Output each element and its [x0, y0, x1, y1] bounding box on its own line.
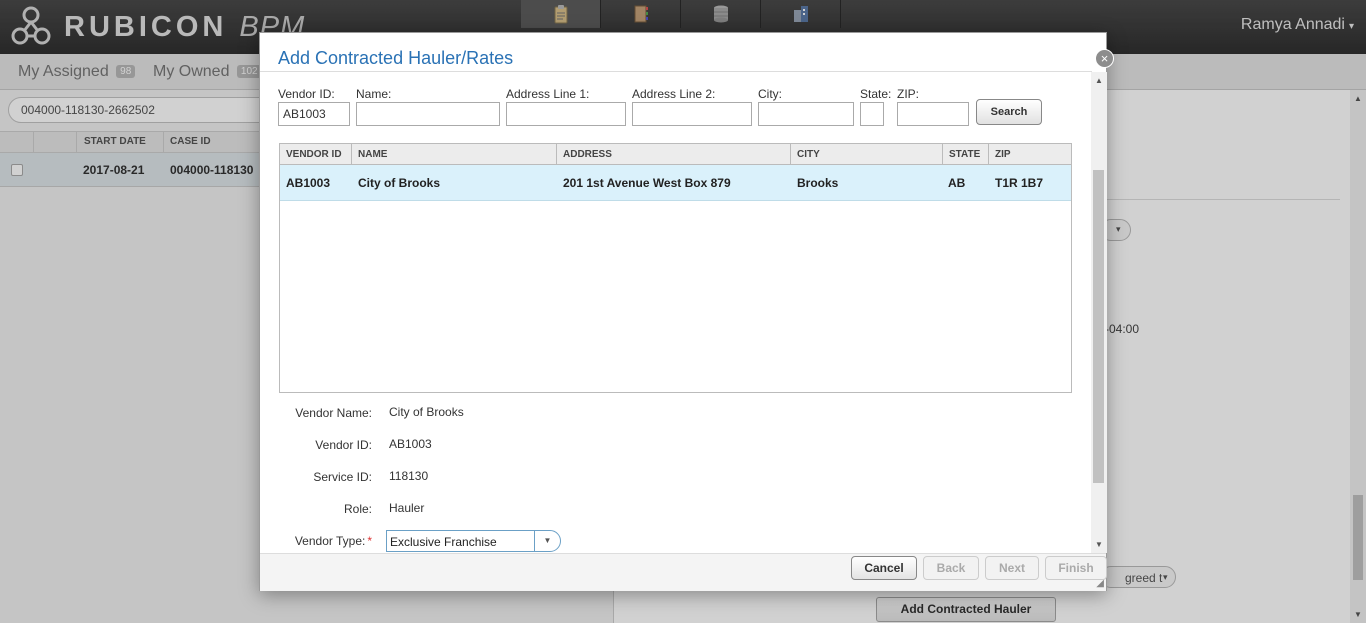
- scroll-thumb[interactable]: [1093, 170, 1104, 483]
- zip-label: ZIP:: [897, 87, 920, 101]
- vendor-id-input[interactable]: AB1003: [278, 102, 350, 126]
- name-input[interactable]: [356, 102, 500, 126]
- address-line-1-label: Address Line 1:: [506, 87, 590, 101]
- vendor-name-value: City of Brooks: [389, 405, 464, 419]
- finish-button[interactable]: Finish: [1045, 556, 1107, 580]
- scroll-down-icon[interactable]: ▼: [1095, 540, 1103, 549]
- next-button[interactable]: Next: [985, 556, 1039, 580]
- role-value: Hauler: [389, 501, 425, 515]
- vendor-id-value: AB1003: [389, 437, 432, 451]
- vendor-name-label: Vendor Name:: [295, 406, 372, 420]
- results-header: VENDOR ID NAME ADDRESS CITY STATE ZIP: [280, 144, 1071, 165]
- add-contracted-hauler-dialog: Add Contracted Hauler/Rates × Vendor ID:…: [259, 32, 1114, 591]
- vendor-id-label: Vendor ID:: [278, 87, 335, 101]
- vendor-type-value: Exclusive Franchise: [390, 535, 497, 549]
- column-header-address[interactable]: ADDRESS: [563, 149, 612, 160]
- vendor-id-detail-label: Vendor ID:: [315, 438, 372, 452]
- column-header-name[interactable]: NAME: [358, 149, 387, 160]
- vendor-type-select[interactable]: Exclusive Franchise ▼: [386, 530, 561, 552]
- cell-vendor-id: AB1003: [286, 176, 331, 190]
- role-label: Role:: [343, 502, 372, 516]
- scroll-up-icon[interactable]: ▲: [1095, 76, 1103, 85]
- required-marker: *: [367, 534, 372, 548]
- zip-input[interactable]: [897, 102, 969, 126]
- resize-handle-icon[interactable]: ◢: [1096, 578, 1104, 589]
- table-row[interactable]: AB1003 City of Brooks 201 1st Avenue Wes…: [280, 165, 1071, 201]
- chevron-down-icon[interactable]: ▼: [534, 531, 560, 551]
- state-label: State:: [860, 87, 892, 101]
- address-line-2-input[interactable]: [632, 102, 752, 126]
- cell-state: AB: [948, 176, 966, 190]
- cell-address: 201 1st Avenue West Box 879: [563, 176, 731, 190]
- service-id-label: Service ID:: [313, 470, 372, 484]
- state-input[interactable]: [860, 102, 884, 126]
- divider: [260, 71, 1092, 72]
- cell-city: Brooks: [797, 176, 839, 190]
- service-id-value: 118130: [389, 469, 429, 483]
- vendor-type-label: Vendor Type: *: [260, 534, 372, 548]
- column-header-zip[interactable]: ZIP: [995, 149, 1011, 160]
- close-icon[interactable]: ×: [1095, 49, 1114, 68]
- cell-name: City of Brooks: [358, 176, 441, 190]
- city-input[interactable]: [758, 102, 854, 126]
- vendor-results-grid: VENDOR ID NAME ADDRESS CITY STATE ZIP AB…: [279, 143, 1072, 393]
- column-header-city[interactable]: CITY: [797, 149, 820, 160]
- search-button[interactable]: Search: [976, 99, 1042, 125]
- cell-zip: T1R 1B7: [995, 176, 1044, 190]
- cancel-button[interactable]: Cancel: [851, 556, 917, 580]
- dialog-title: Add Contracted Hauler/Rates: [278, 48, 514, 68]
- name-label: Name:: [356, 87, 392, 101]
- back-button[interactable]: Back: [923, 556, 979, 580]
- address-line-2-label: Address Line 2:: [632, 87, 716, 101]
- vendor-type-label-text: Vendor Type:: [294, 534, 366, 548]
- address-line-1-input[interactable]: [506, 102, 626, 126]
- column-header-state[interactable]: STATE: [949, 149, 980, 160]
- column-header-vendor-id[interactable]: VENDOR ID: [286, 149, 342, 160]
- city-label: City:: [758, 87, 782, 101]
- dialog-scrollbar[interactable]: ▲ ▼: [1091, 72, 1107, 553]
- dialog-footer: Cancel Back Next Finish ◢: [260, 553, 1107, 591]
